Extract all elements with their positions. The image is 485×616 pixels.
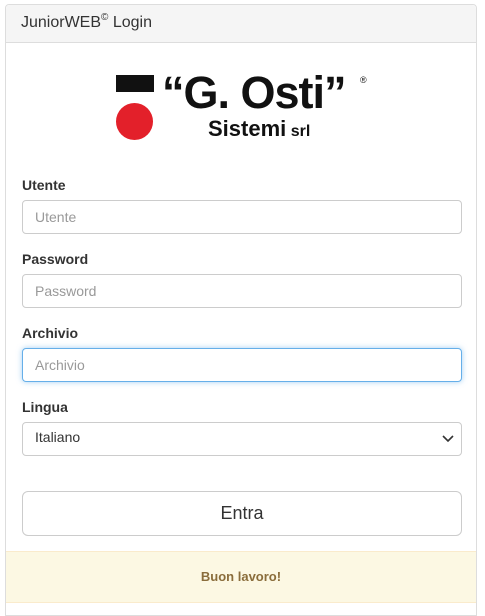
panel-title-suffix: Login	[108, 14, 152, 31]
logo-sub-main: Sistemi	[208, 116, 287, 141]
password-input[interactable]	[22, 274, 462, 308]
panel-title: JuniorWEB	[21, 14, 102, 31]
logo-registered-mark: ®	[360, 75, 367, 85]
password-label: Password	[22, 251, 89, 267]
copyright-mark: ©	[101, 12, 109, 23]
welcome-alert: Buon lavoro!	[6, 551, 476, 603]
language-select[interactable]: Italiano	[22, 422, 462, 456]
language-label: Lingua	[22, 399, 68, 415]
chevron-down-icon	[442, 435, 454, 443]
archive-label: Archivio	[22, 325, 79, 341]
logo-square	[116, 75, 154, 92]
user-input[interactable]	[22, 200, 462, 234]
user-label: Utente	[22, 177, 66, 193]
logo-brand: “G. Osti”	[162, 67, 347, 118]
logo-sub-small: srl	[286, 123, 311, 140]
logo-subtitle: Sistemi srl	[208, 118, 310, 140]
login-panel: JuniorWEB© Login “G. Osti” ® Sistemi srl…	[5, 4, 477, 616]
logo-dot	[116, 103, 153, 140]
login-button[interactable]: Entra	[22, 491, 462, 536]
company-logo: “G. Osti” ® Sistemi srl	[116, 70, 376, 143]
panel-header: JuniorWEB© Login	[6, 5, 476, 43]
language-selected-value: Italiano	[35, 429, 81, 445]
archive-input[interactable]	[22, 348, 462, 382]
